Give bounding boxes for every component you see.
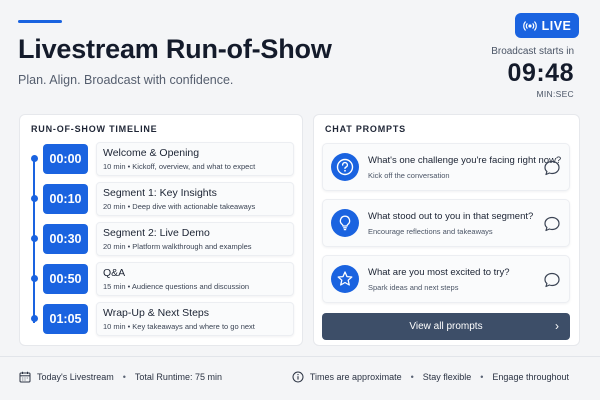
chat-prompts-heading: CHAT PROMPTS [325, 124, 406, 134]
footer-separator: • [480, 372, 484, 382]
prompt-subtitle: Spark ideas and next steps [368, 283, 459, 292]
prompt-title: What's one challenge you're facing right… [368, 155, 562, 166]
live-badge[interactable]: LIVE [515, 13, 579, 38]
prompt-title: What are you most excited to try? [368, 267, 510, 278]
page-subtitle: Plan. Align. Broadcast with confidence. [18, 73, 234, 87]
timeline-item-box: Welcome & Opening 10 min • Kickoff, over… [96, 142, 294, 176]
timeline-item-box: Segment 1: Key Insights 20 min • Deep di… [96, 182, 294, 216]
footer-note-flexible: Stay flexible [422, 372, 472, 382]
timeline-dot [31, 275, 38, 282]
timeline-item-box: Segment 2: Live Demo 20 min • Platform w… [96, 222, 294, 256]
timeline-dot [31, 195, 38, 202]
info-icon [292, 371, 304, 383]
timeline-item-desc: 10 min • Kickoff, overview, and what to … [103, 162, 256, 171]
timeline-item-title: Segment 2: Live Demo [103, 227, 210, 239]
chat-bubble-icon[interactable] [543, 271, 561, 289]
live-label: LIVE [541, 18, 572, 33]
chat-bubble-icon[interactable] [543, 215, 561, 233]
footer-livestream-label: Today's Livestream [37, 372, 114, 382]
footer-separator: • [122, 372, 126, 382]
timeline-time: 00:10 [43, 184, 88, 214]
lightbulb-icon [331, 209, 359, 237]
timeline-item-title: Welcome & Opening [103, 147, 200, 159]
timeline-item-title: Wrap-Up & Next Steps [103, 307, 210, 319]
timeline-time: 01:05 [43, 304, 88, 334]
timeline-card: RUN-OF-SHOW TIMELINE 00:00 Welcome & Ope… [19, 114, 303, 346]
footer-left: Today's Livestream • Total Runtime: 75 m… [19, 371, 222, 383]
countdown-unit: MIN:SEC [536, 89, 574, 99]
timeline-time: 00:00 [43, 144, 88, 174]
broadcast-icon [522, 20, 537, 31]
prompt-item[interactable]: What are you most excited to try? Spark … [322, 255, 570, 303]
timeline-item-desc: 20 min • Platform walkthrough and exampl… [103, 242, 252, 251]
view-all-label: View all prompts [409, 321, 483, 332]
footer-right: Times are approximate • Stay flexible • … [292, 371, 569, 383]
calendar-icon [19, 371, 31, 383]
prompt-title: What stood out to you in that segment? [368, 211, 534, 222]
timeline-dot [31, 235, 38, 242]
footer-runtime: Total Runtime: 75 min [134, 372, 222, 382]
timeline-item[interactable]: 00:00 Welcome & Opening 10 min • Kickoff… [20, 142, 304, 176]
timeline-item[interactable]: 00:30 Segment 2: Live Demo 20 min • Plat… [20, 222, 304, 256]
timeline-item-box: Q&A 15 min • Audience questions and disc… [96, 262, 294, 296]
timeline-item-title: Segment 1: Key Insights [103, 187, 217, 199]
prompt-subtitle: Kick off the conversation [368, 171, 450, 180]
timeline-dot [31, 155, 38, 162]
chat-prompts-card: CHAT PROMPTS What's one challenge you're… [313, 114, 580, 346]
chat-bubble-icon[interactable] [543, 159, 561, 177]
timeline-heading: RUN-OF-SHOW TIMELINE [31, 124, 158, 134]
footer-note-engage: Engage throughout [492, 372, 569, 382]
timeline-item-title: Q&A [103, 267, 126, 279]
timeline-time: 00:50 [43, 264, 88, 294]
prompt-item[interactable]: What stood out to you in that segment? E… [322, 199, 570, 247]
timeline-time: 00:30 [43, 224, 88, 254]
question-icon [331, 153, 359, 181]
timeline-item-desc: 15 min • Audience questions and discussi… [103, 282, 250, 291]
star-icon [331, 265, 359, 293]
countdown-time: 09:48 [507, 59, 574, 87]
prompt-subtitle: Encourage reflections and takeaways [368, 227, 493, 236]
chevron-right-icon: › [555, 319, 559, 333]
title-accent-bar [18, 20, 62, 23]
footer-note-approximate: Times are approximate [309, 372, 402, 382]
page-title: Livestream Run-of-Show [18, 34, 332, 64]
timeline-item-desc: 10 min • Key takeaways and where to go n… [103, 322, 255, 331]
prompt-item[interactable]: What's one challenge you're facing right… [322, 143, 570, 191]
timeline-item[interactable]: 01:05 Wrap-Up & Next Steps 10 min • Key … [20, 302, 304, 336]
timeline-item[interactable]: 00:50 Q&A 15 min • Audience questions an… [20, 262, 304, 296]
timeline-item[interactable]: 00:10 Segment 1: Key Insights 20 min • D… [20, 182, 304, 216]
footer-divider [0, 356, 600, 357]
timeline-item-desc: 20 min • Deep dive with actionable takea… [103, 202, 256, 211]
footer-separator: • [410, 372, 414, 382]
view-all-prompts-button[interactable]: View all prompts › [322, 313, 570, 340]
timeline-dot [31, 315, 38, 322]
countdown-label: Broadcast starts in [491, 46, 574, 57]
timeline-item-box: Wrap-Up & Next Steps 10 min • Key takeaw… [96, 302, 294, 336]
